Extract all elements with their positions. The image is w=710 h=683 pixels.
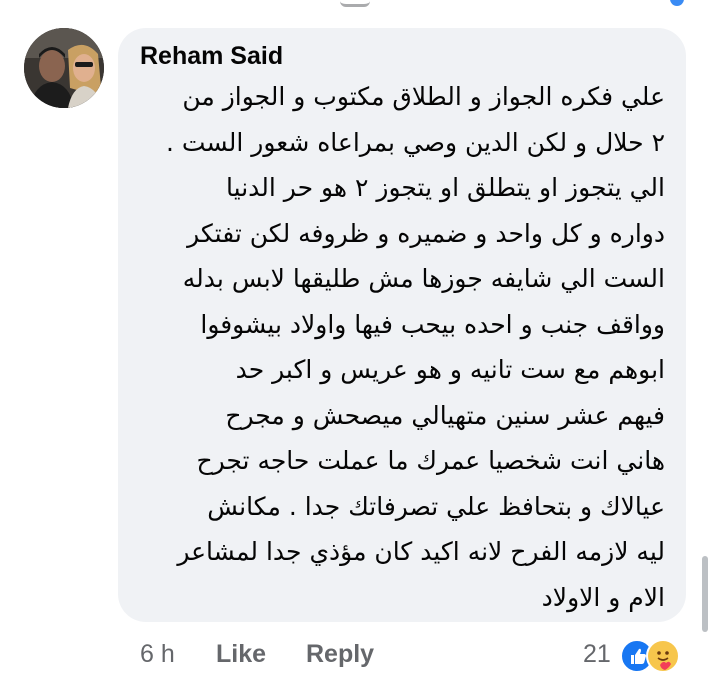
comment-timestamp[interactable]: 6 h: [140, 637, 175, 671]
comment-line: الي يتجوز او يتطلق او يتجوز ٢ هو حر الدن…: [226, 173, 665, 202]
partial-reaction-icon-above: [670, 0, 684, 6]
comment-line: ٢ حلال و لكن الدين وصي بمراعاه شعور الست…: [166, 127, 665, 157]
comment-line: وواقف جنب و احده بيحب فيها واولاد بيشوفو…: [200, 309, 665, 339]
comment-line: دواره و كل واحد و ضميره و ظروفه لكن تفتك…: [187, 218, 665, 248]
scrollbar[interactable]: [702, 556, 708, 632]
comment-line: ابوهم مع ست تانيه و هو عريس و اكبر حد: [235, 355, 665, 384]
like-button[interactable]: Like: [216, 637, 266, 671]
comment-line: الست الي شايفه جوزها مش طليقها لابس بدله: [182, 264, 665, 293]
reactions-summary[interactable]: [620, 638, 690, 673]
comment-line: الام و الاولاد: [541, 582, 665, 612]
reply-button[interactable]: Reply: [306, 637, 374, 671]
comment-line: فيهم عشر سنين متهيالي ميصحش و مجرح: [225, 400, 665, 430]
comment-line: علي فكره الجواز و الطلاق مكتوب و الجواز …: [182, 82, 665, 111]
comment-text: علي فكره الجواز و الطلاق مكتوب و الجواز …: [135, 74, 665, 620]
reaction-count[interactable]: 21: [583, 637, 611, 671]
comment-line: هاني انت شخصيا عمرك ما عملت حاجه تجرح: [196, 446, 665, 475]
comment-line: عيالاك و بتحافظ علي تصرفاتك جدا . مكانش: [207, 491, 665, 521]
partial-icon-above: [340, 0, 370, 7]
care-reaction-icon: [646, 639, 680, 673]
avatar[interactable]: [24, 28, 104, 108]
comment-line: ليه لازمه الفرح لانه اكيد كان مؤذي جدا ل…: [177, 537, 665, 566]
comment-author[interactable]: Reham Said: [140, 42, 283, 71]
